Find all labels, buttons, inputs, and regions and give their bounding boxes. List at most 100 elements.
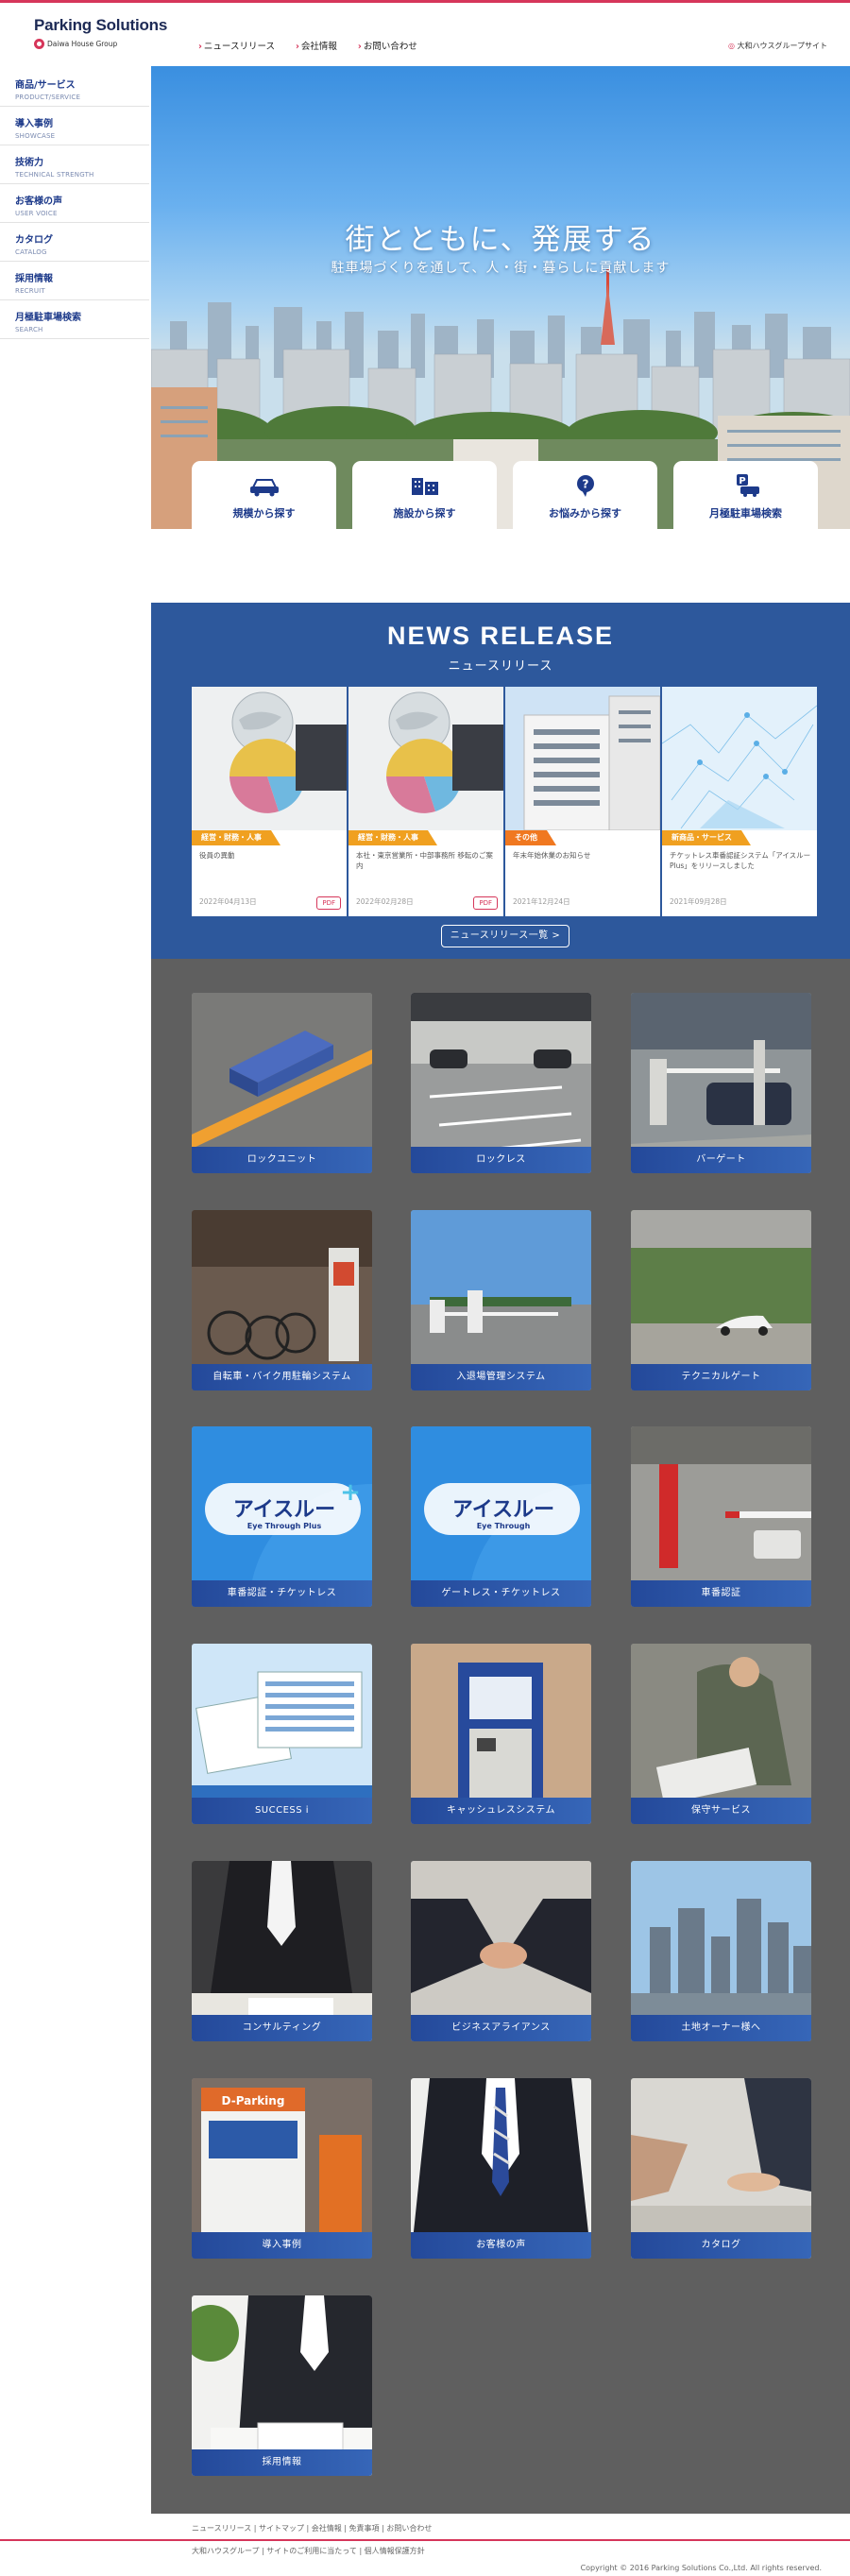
- product-tile-entry-exit-system[interactable]: 入退場管理システム: [411, 1210, 591, 1390]
- sidebar-item-sublabel: USER VOICE: [15, 210, 58, 217]
- news-card-date: 2021年12月24日: [513, 897, 570, 906]
- hero-title: 街とともに、発展する: [345, 223, 656, 257]
- news-list-button[interactable]: ニュースリリース一覧 >: [441, 925, 570, 947]
- city-skyline-image: [151, 269, 850, 529]
- svg-text:+: +: [340, 1478, 361, 1507]
- product-tile-consulting[interactable]: コンサルティング: [192, 1861, 372, 2041]
- group-site-link[interactable]: 大和ハウスグループサイト: [728, 41, 827, 51]
- logo-title: Parking Solutions: [34, 16, 168, 34]
- product-tile-lock-unit[interactable]: ロックユニット: [192, 993, 372, 1173]
- product-tile-recruit[interactable]: 採用情報: [192, 2295, 372, 2476]
- product-tile-plate-recognition[interactable]: 車番認証: [631, 1426, 811, 1607]
- sidebar-item-label: 技術力: [15, 158, 43, 168]
- car-icon: [249, 479, 279, 497]
- product-label: 保守サービス: [631, 1798, 811, 1824]
- news-category-badge: 新商品・サービス: [662, 830, 751, 845]
- monthly-parking-search-button[interactable]: P 月極駐車場検索: [673, 461, 818, 529]
- product-label: ロックユニット: [192, 1147, 372, 1173]
- svg-text:P: P: [739, 476, 745, 486]
- sidebar-item-product[interactable]: 商品/サービス PRODUCT/SERVICE: [0, 68, 149, 107]
- news-title: NEWS RELEASE: [386, 622, 615, 650]
- eye-through-plus-logo-sub: Eye Through Plus: [247, 1522, 322, 1530]
- product-grid: ロックユニット ロックレス バーゲート 自転車・バイク用駐輪システム 入退場管理…: [151, 959, 850, 2514]
- news-card-image: [348, 687, 503, 830]
- sidebar-item-catalog[interactable]: カタログ CATALOG: [0, 223, 149, 262]
- news-card-text: 年末年始休業のお知らせ: [513, 851, 591, 860]
- news-subtitle: ニュースリリース: [448, 659, 553, 674]
- product-tile-cashless-system[interactable]: キャッシュレスシステム: [411, 1644, 591, 1824]
- footer-links-primary[interactable]: ニュースリリース | サイトマップ | 会社情報 | 免責事項 | お問い合わせ: [192, 2523, 432, 2533]
- product-label: コンサルティング: [192, 2015, 372, 2041]
- news-card-image: [192, 687, 347, 830]
- pdf-badge: PDF: [316, 896, 341, 910]
- product-tile-bar-gate[interactable]: バーゲート: [631, 993, 811, 1173]
- eye-through-plus-logo: アイスルー: [233, 1498, 335, 1522]
- product-tile-technical-gate[interactable]: テクニカルゲート: [631, 1210, 811, 1390]
- news-card-date: 2022年02月28日: [356, 897, 414, 906]
- search-button-label: お悩みから探す: [549, 507, 621, 520]
- sidebar-item-technical[interactable]: 技術力 TECHNICAL STRENGTH: [0, 145, 149, 184]
- product-label: 採用情報: [192, 2449, 372, 2476]
- news-card[interactable]: 新商品・サービス チケットレス車番認証システム「アイスルーPlus」をリリースし…: [662, 687, 817, 916]
- news-card-text: 本社・東京営業所・中部事務所 移転のご案内: [356, 851, 493, 870]
- hero-banner: 街とともに、発展する 駐車場づくりを通して、人・街・暮らしに貢献します 規模から…: [151, 66, 850, 529]
- sidebar-item-sublabel: PRODUCT/SERVICE: [15, 94, 81, 101]
- product-tile-case-studies[interactable]: D-Parking 導入事例: [192, 2078, 372, 2259]
- copyright-text: Copyright © 2016 Parking Solutions Co.,L…: [580, 2564, 822, 2572]
- news-card-text: 役員の異動: [199, 851, 235, 860]
- product-label: 土地オーナー様へ: [631, 2015, 811, 2041]
- sidebar-item-label: 採用情報: [15, 274, 53, 284]
- news-card[interactable]: 経営・財務・人事 本社・東京営業所・中部事務所 移転のご案内 2022年02月2…: [348, 687, 503, 916]
- product-tile-bicycle-parking[interactable]: 自転車・バイク用駐輪システム: [192, 1210, 372, 1390]
- search-button-label: 規模から探す: [232, 507, 296, 520]
- search-buttons: 規模から探す 施設から探す ? お悩みから探す P 月極駐車場検索: [192, 461, 818, 529]
- footer-links-secondary[interactable]: 大和ハウスグループ | サイトのご利用に当たって | 個人情報保護方針: [192, 2546, 425, 2556]
- product-label: カタログ: [631, 2232, 811, 2259]
- product-tile-eye-through[interactable]: アイスルー Eye Through ゲートレス・チケットレス: [411, 1426, 591, 1607]
- nav-contact[interactable]: お問い合わせ: [358, 39, 417, 52]
- logo-group-text: Daiwa House Group: [47, 40, 118, 48]
- product-tile-customer-voice[interactable]: お客様の声: [411, 2078, 591, 2259]
- product-tile-success-i[interactable]: SUCCESS i: [192, 1644, 372, 1824]
- news-card[interactable]: 経営・財務・人事 役員の異動 2022年04月13日 PDF: [192, 687, 347, 916]
- product-tile-maintenance-service[interactable]: 保守サービス: [631, 1644, 811, 1824]
- sidebar-item-label: 導入事例: [15, 119, 53, 129]
- logo-group: Daiwa House Group: [34, 39, 176, 49]
- search-by-size-button[interactable]: 規模から探す: [192, 461, 336, 529]
- sidebar-item-voice[interactable]: お客様の声 USER VOICE: [0, 184, 149, 223]
- building-icon: [411, 478, 438, 495]
- sidebar-item-label: お客様の声: [15, 196, 62, 207]
- news-card-text: チケットレス車番認証システム「アイスルーPlus」をリリースしました: [670, 851, 811, 870]
- product-label: ロックレス: [411, 1147, 591, 1173]
- product-label: ビジネスアライアンス: [411, 2015, 591, 2041]
- sidebar-item-search[interactable]: 月極駐車場検索 SEARCH: [0, 300, 149, 339]
- nav-news[interactable]: ニュースリリース: [198, 39, 275, 52]
- sidebar-item-showcase[interactable]: 導入事例 SHOWCASE: [0, 107, 149, 145]
- search-by-problem-button[interactable]: ? お悩みから探す: [513, 461, 657, 529]
- news-category-badge: 経営・財務・人事: [348, 830, 437, 845]
- daiwa-house-mark-icon: [34, 39, 44, 49]
- news-category-badge: その他: [505, 830, 556, 845]
- top-nav: ニュースリリース 会社情報 お問い合わせ: [198, 39, 417, 52]
- sidebar-item-sublabel: CATALOG: [15, 248, 47, 256]
- sidebar-item-recruit[interactable]: 採用情報 RECRUIT: [0, 262, 149, 300]
- product-tile-land-owner[interactable]: 土地オーナー様へ: [631, 1861, 811, 2041]
- product-tile-catalog[interactable]: カタログ: [631, 2078, 811, 2259]
- sidebar-item-sublabel: TECHNICAL STRENGTH: [15, 171, 94, 179]
- product-tile-eye-through-plus[interactable]: アイスルー Eye Through Plus + 車番認証・チケットレス: [192, 1426, 372, 1607]
- sidebar-item-label: カタログ: [15, 235, 53, 246]
- product-label: 車番認証・チケットレス: [192, 1580, 372, 1607]
- product-label: 自転車・バイク用駐輪システム: [192, 1364, 372, 1390]
- news-card[interactable]: その他 年末年始休業のお知らせ 2021年12月24日: [505, 687, 660, 916]
- sidebar-nav: 商品/サービス PRODUCT/SERVICE 導入事例 SHOWCASE 技術…: [0, 68, 149, 339]
- search-by-facility-button[interactable]: 施設から探す: [352, 461, 497, 529]
- news-card-date: 2022年04月13日: [199, 897, 257, 906]
- product-label: SUCCESS i: [192, 1798, 372, 1824]
- product-tile-business-alliance[interactable]: ビジネスアライアンス: [411, 1861, 591, 2041]
- site-logo[interactable]: Parking Solutions Daiwa House Group: [34, 16, 176, 49]
- nav-company[interactable]: 会社情報: [296, 39, 337, 52]
- hero-subtitle: 駐車場づくりを通して、人・街・暮らしに貢献します: [331, 261, 671, 276]
- product-label: お客様の声: [411, 2232, 591, 2259]
- product-tile-lockless[interactable]: ロックレス: [411, 993, 591, 1173]
- product-label: バーゲート: [631, 1147, 811, 1173]
